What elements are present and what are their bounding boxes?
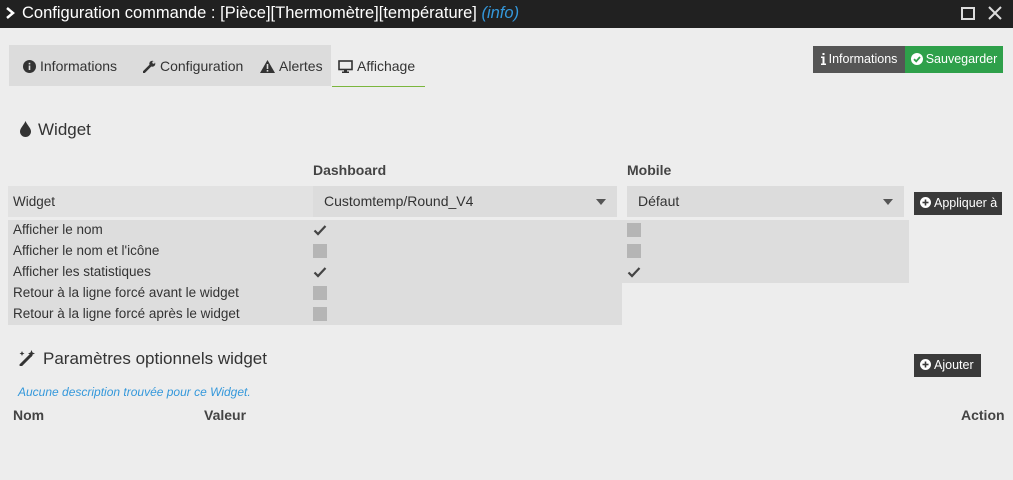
tab-label: Alertes: [279, 58, 323, 74]
plus-circle-icon: [920, 197, 931, 209]
checkbox-dashboard-break-after[interactable]: [313, 307, 327, 321]
window-title-text: Configuration commande : [Pièce][Thermom…: [22, 4, 477, 22]
option-label: Retour à la ligne forcé avant le widget: [13, 285, 239, 300]
mobile-widget-select[interactable]: Défaut: [627, 186, 904, 217]
magic-wand-icon: [19, 349, 35, 367]
informations-button-label: Informations: [828, 52, 898, 66]
option-row-show-name: [8, 220, 909, 241]
dashboard-widget-select[interactable]: Customtemp/Round_V4: [313, 186, 617, 217]
apply-to-button[interactable]: Appliquer à: [914, 192, 1002, 215]
maximize-icon[interactable]: [961, 7, 975, 20]
params-col-value: Valeur: [204, 407, 247, 423]
option-label: Afficher le nom: [13, 222, 103, 237]
plus-circle-icon: [920, 359, 931, 371]
close-icon[interactable]: [987, 5, 1003, 21]
checkbox-mobile-show-name[interactable]: [627, 223, 641, 237]
save-button-label: Sauvegarder: [925, 52, 998, 66]
window-titlebar: Configuration commande : [Pièce][Thermom…: [0, 0, 1013, 28]
option-label: Retour à la ligne forcé après le widget: [13, 306, 240, 321]
save-button[interactable]: Sauvegarder: [905, 46, 1003, 73]
tab-bar: Informations Configuration Alertes: [9, 45, 331, 86]
no-description-note: Aucune description trouvée pour ce Widge…: [18, 385, 251, 399]
informations-button[interactable]: Informations: [813, 46, 905, 73]
params-col-name: Nom: [13, 407, 45, 423]
tab-label: Informations: [40, 58, 118, 74]
dashboard-widget-select-value: Customtemp/Round_V4: [324, 193, 474, 209]
widget-section-title-text: Widget: [38, 120, 91, 139]
widget-row-label-text: Widget: [13, 194, 56, 209]
caret-down-icon: [596, 199, 606, 205]
tab-configuration[interactable]: Configuration: [142, 45, 244, 86]
mobile-widget-select-value: Défaut: [638, 193, 680, 209]
add-parameter-button-label: Ajouter: [934, 358, 974, 372]
window-title: Configuration commande : [Pièce][Thermom…: [22, 4, 519, 23]
tab-alertes[interactable]: Alertes: [260, 45, 323, 86]
tint-icon: [20, 120, 31, 137]
option-label: Afficher le nom et l'icône: [13, 243, 160, 258]
checkbox-dashboard-show-stats[interactable]: [313, 265, 327, 279]
params-col-action: Action: [961, 407, 1005, 423]
tab-label: Affichage: [357, 58, 416, 74]
params-section-title-text: Paramètres optionnels widget: [43, 349, 267, 368]
wrench-icon: [142, 60, 156, 74]
checkbox-dashboard-show-name-icon[interactable]: [313, 244, 327, 258]
warning-icon: [260, 59, 275, 73]
dashboard-column-header: Dashboard: [313, 162, 387, 178]
tab-label: Configuration: [160, 58, 244, 74]
check-circle-icon: [910, 52, 923, 65]
apply-to-button-label: Appliquer à: [934, 196, 998, 210]
info-circle-icon: [23, 59, 36, 73]
add-parameter-button[interactable]: Ajouter: [914, 354, 981, 377]
desktop-icon: [338, 59, 353, 73]
chevron-right-icon[interactable]: [5, 6, 15, 20]
widget-section-title: Widget: [19, 120, 91, 140]
caret-down-icon: [883, 199, 893, 205]
checkbox-mobile-show-stats[interactable]: [627, 265, 641, 279]
checkbox-dashboard-show-name[interactable]: [313, 223, 327, 237]
option-label: Afficher les statistiques: [13, 264, 151, 279]
tab-informations[interactable]: Informations: [23, 45, 117, 86]
info-icon: [820, 52, 826, 65]
checkbox-mobile-show-name-icon[interactable]: [627, 244, 641, 258]
tab-affichage[interactable]: Affichage: [332, 45, 425, 87]
params-section-title: Paramètres optionnels widget: [19, 349, 267, 369]
checkbox-dashboard-break-before[interactable]: [313, 286, 327, 300]
mobile-column-header: Mobile: [627, 162, 672, 178]
command-type-tag: (info): [481, 4, 520, 22]
